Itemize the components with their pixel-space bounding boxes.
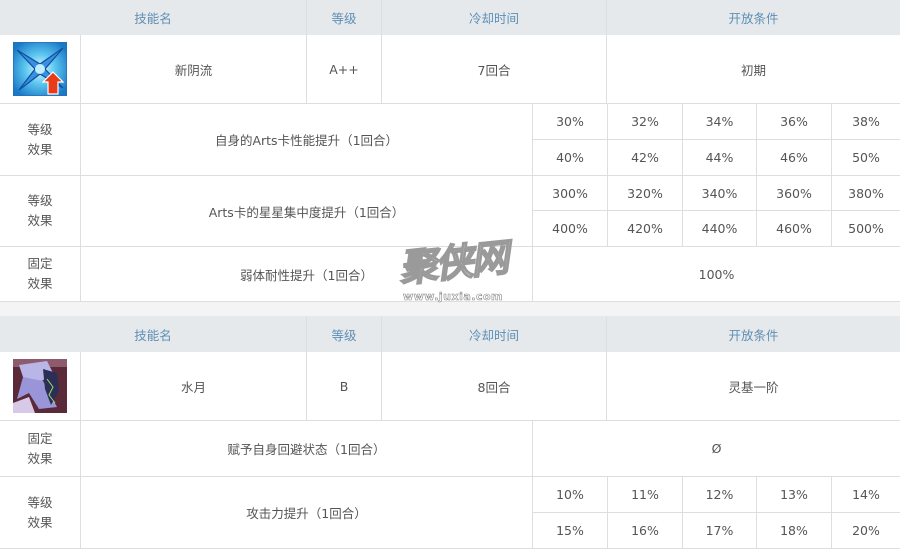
effect-type: 等级 效果 [0, 176, 81, 247]
effect-value: 400% [533, 211, 608, 247]
evade-portrait-icon [13, 359, 67, 413]
effect-value: 15% [533, 513, 608, 549]
effect-value: 40% [533, 140, 608, 176]
effect-value: 18% [757, 513, 832, 549]
effect-value: 36% [757, 104, 832, 140]
effect-value: 32% [608, 104, 683, 140]
effect-value: 300% [533, 176, 608, 211]
effect-description: 攻击力提升（1回合） [81, 477, 533, 549]
effect-type: 固定 效果 [0, 247, 81, 302]
header-level: 等级 [307, 0, 382, 35]
skill-icon-cell [0, 35, 81, 104]
effect-value: 16% [608, 513, 683, 549]
header-unlock: 开放条件 [607, 0, 900, 35]
effect-value: 460% [757, 211, 832, 247]
skill-cooldown: 8回合 [382, 352, 607, 421]
effect-description: 弱体耐性提升（1回合） [81, 247, 533, 302]
effect-value: 17% [683, 513, 757, 549]
effect-type: 等级 效果 [0, 477, 81, 549]
skill-cooldown: 7回合 [382, 35, 607, 104]
effect-value: 440% [683, 211, 757, 247]
effect-value: 13% [757, 477, 832, 513]
effect-value: 11% [608, 477, 683, 513]
effect-fixed-value: 100% [533, 247, 900, 302]
skill-name: 水月 [81, 352, 307, 421]
effect-value: 38% [832, 104, 900, 140]
effect-value: 380% [832, 176, 900, 211]
table-separator [0, 302, 900, 316]
effect-fixed-value: Ø [533, 421, 900, 477]
skill-unlock: 灵基一阶 [607, 352, 900, 421]
skill-rank: B [307, 352, 382, 421]
skill-name: 新阴流 [81, 35, 307, 104]
effect-value: 360% [757, 176, 832, 211]
header-skill-name: 技能名 [0, 316, 307, 352]
effect-description: Arts卡的星星集中度提升（1回合） [81, 176, 533, 247]
skill-icon-cell [0, 352, 81, 421]
header-cooldown: 冷却时间 [382, 316, 607, 352]
effect-value: 10% [533, 477, 608, 513]
effect-value: 340% [683, 176, 757, 211]
effect-value: 50% [832, 140, 900, 176]
effect-type: 固定 效果 [0, 421, 81, 477]
effect-value: 42% [608, 140, 683, 176]
effect-value: 30% [533, 104, 608, 140]
skill-unlock: 初期 [607, 35, 900, 104]
effect-type: 等级 效果 [0, 104, 81, 176]
header-cooldown: 冷却时间 [382, 0, 607, 35]
header-unlock: 开放条件 [607, 316, 900, 352]
effect-value: 44% [683, 140, 757, 176]
effect-value: 34% [683, 104, 757, 140]
effect-description: 赋予自身回避状态（1回合） [81, 421, 533, 477]
effect-value: 14% [832, 477, 900, 513]
effect-description: 自身的Arts卡性能提升（1回合） [81, 104, 533, 176]
effect-value: 420% [608, 211, 683, 247]
header-level: 等级 [307, 316, 382, 352]
effect-value: 500% [832, 211, 900, 247]
arts-up-icon [13, 42, 67, 96]
skill-rank: A++ [307, 35, 382, 104]
effect-value: 12% [683, 477, 757, 513]
effect-value: 46% [757, 140, 832, 176]
header-skill-name: 技能名 [0, 0, 307, 35]
effect-value: 320% [608, 176, 683, 211]
effect-value: 20% [832, 513, 900, 549]
